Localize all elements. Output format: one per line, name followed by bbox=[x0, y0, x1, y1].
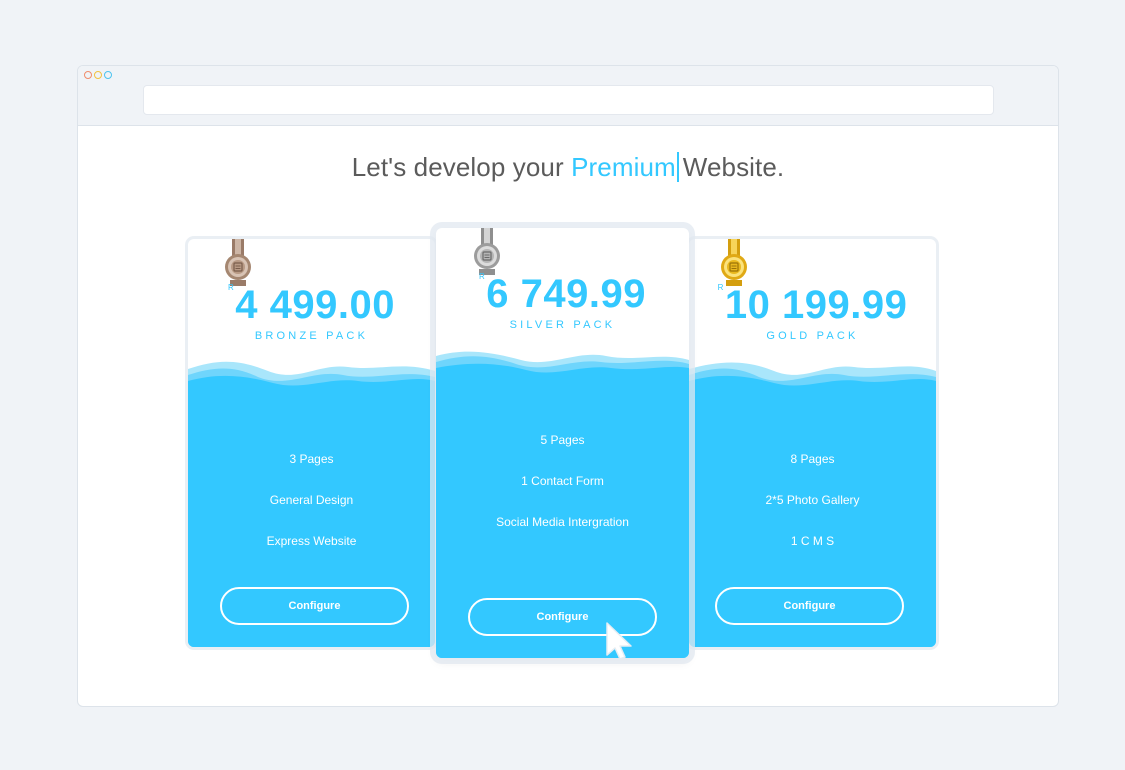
silver-medal-icon bbox=[474, 228, 500, 275]
price-value: 6 749.99 bbox=[486, 272, 646, 316]
configure-button[interactable]: Configure bbox=[715, 587, 904, 625]
silver-price: R6 749.99 bbox=[436, 272, 689, 317]
mouse-pointer-icon bbox=[606, 622, 632, 660]
minimize-dot-icon[interactable] bbox=[94, 71, 102, 79]
feature-item: 2*5 Photo Gallery bbox=[765, 493, 860, 507]
bronze-medal-icon bbox=[225, 239, 251, 286]
headline-suffix: Website. bbox=[682, 152, 785, 182]
browser-titlebar bbox=[78, 66, 1058, 126]
headline-prefix: Let's develop your bbox=[351, 152, 572, 182]
gold-price: R10 199.99 bbox=[689, 283, 936, 328]
plan-name: BRONZE PACK bbox=[254, 330, 369, 342]
headline-highlight: Premium bbox=[571, 152, 676, 182]
feature-item: Social Media Intergration bbox=[496, 515, 629, 529]
plan-name: GOLD PACK bbox=[766, 330, 859, 342]
maximize-dot-icon[interactable] bbox=[104, 71, 112, 79]
feature-item: 5 Pages bbox=[540, 433, 585, 447]
feature-item: 8 Pages bbox=[790, 452, 835, 466]
window-controls bbox=[84, 71, 112, 79]
bronze-price: R4 499.00 bbox=[188, 283, 435, 328]
price-value: 4 499.00 bbox=[235, 283, 395, 327]
feature-item: 1 Contact Form bbox=[521, 474, 604, 488]
pricing-card-silver: R6 749.99 SILVER PACK 5 Pages 1 Contact … bbox=[436, 228, 689, 658]
pricing-card-gold: R10 199.99 GOLD PACK 8 Pages 2*5 Photo G… bbox=[689, 239, 936, 647]
feature-item: General Design bbox=[269, 493, 354, 507]
feature-item: 3 Pages bbox=[289, 452, 334, 466]
feature-item: Express Website bbox=[266, 534, 357, 548]
currency-symbol: R bbox=[717, 283, 724, 292]
feature-item: 1 C M S bbox=[790, 534, 835, 548]
configure-button[interactable]: Configure bbox=[220, 587, 409, 625]
gold-medal-icon bbox=[721, 239, 747, 286]
currency-symbol: R bbox=[228, 283, 235, 292]
text-caret bbox=[676, 152, 679, 182]
address-bar[interactable] bbox=[143, 85, 994, 115]
close-dot-icon[interactable] bbox=[84, 71, 92, 79]
plan-name: SILVER PACK bbox=[509, 319, 616, 331]
page-headline: Let's develop your Premium Website. bbox=[78, 152, 1058, 183]
price-value: 10 199.99 bbox=[724, 283, 908, 327]
pricing-card-bronze: R4 499.00 BRONZE PACK 3 Pages General De… bbox=[188, 239, 435, 647]
currency-symbol: R bbox=[479, 272, 486, 281]
